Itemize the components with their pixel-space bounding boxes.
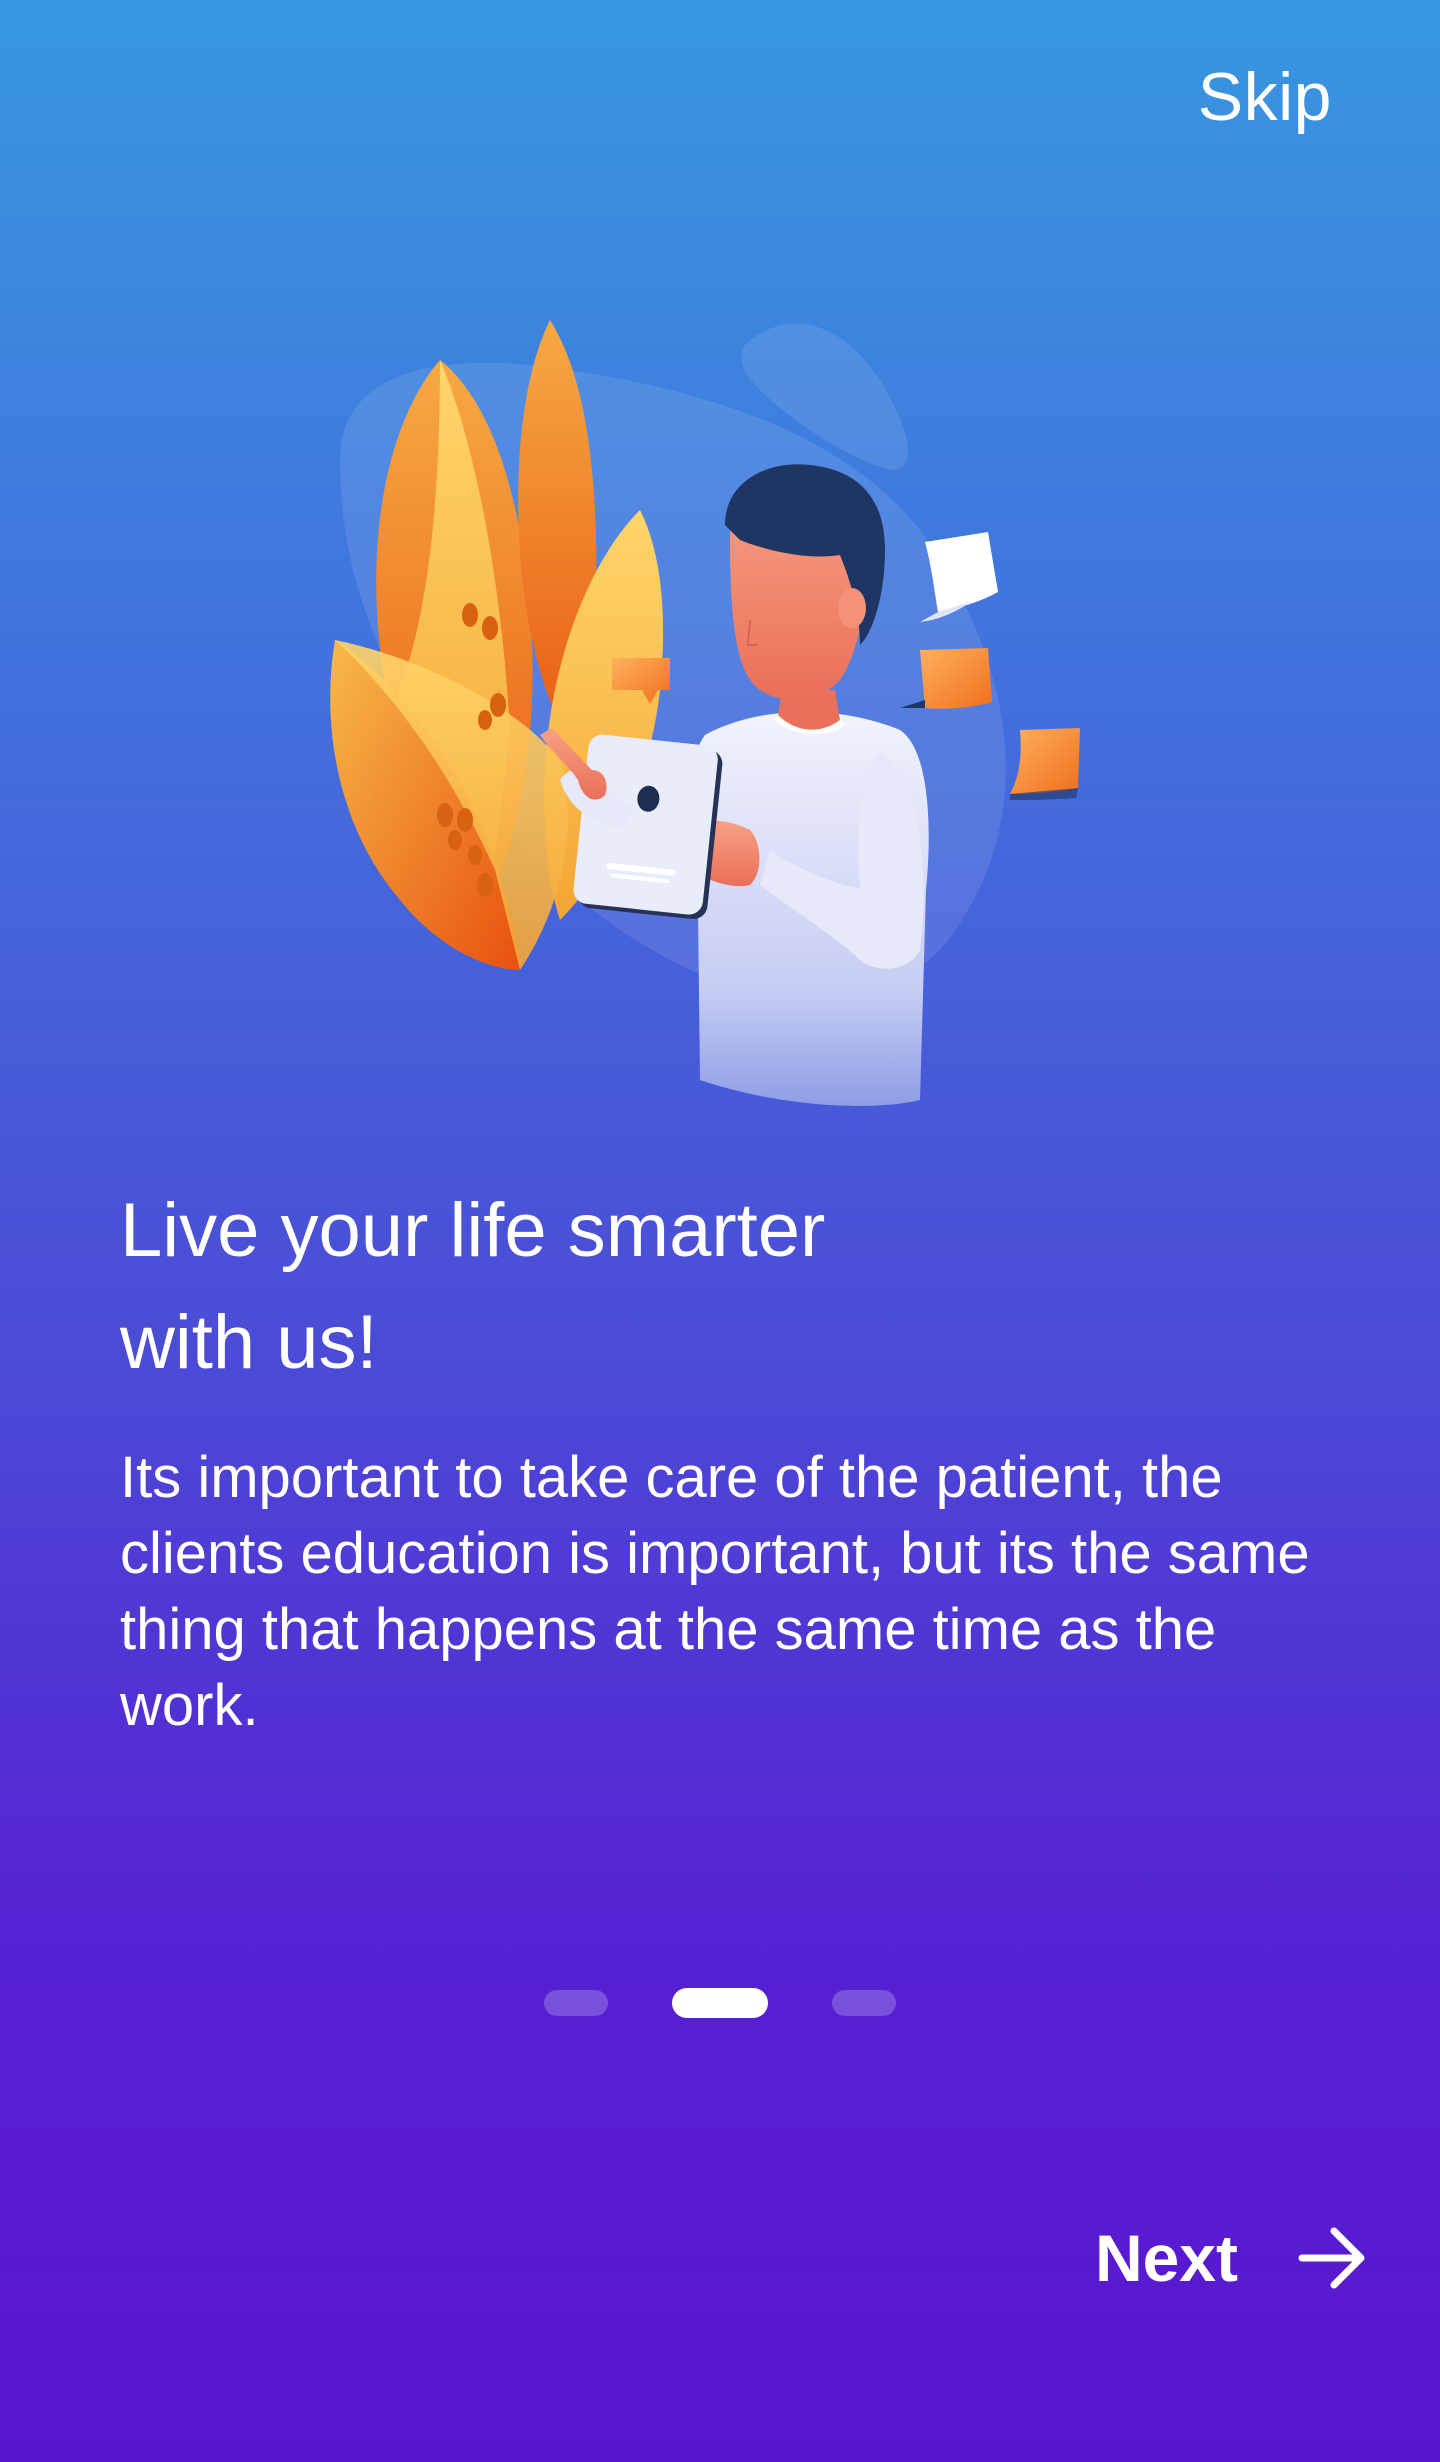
person-with-tablet-illustration xyxy=(330,320,1080,1106)
next-button[interactable]: Next xyxy=(1095,2220,1368,2296)
title-line-2: with us! xyxy=(120,1300,378,1385)
skip-button[interactable]: Skip xyxy=(1198,58,1332,136)
page-title: Live your life smarter with us! xyxy=(120,1175,1270,1399)
page-dot-1[interactable] xyxy=(544,1990,608,2016)
page-dot-2-active[interactable] xyxy=(672,1988,768,2018)
next-label: Next xyxy=(1094,2221,1238,2295)
arrow-right-icon xyxy=(1298,2227,1365,2289)
page-dot-3[interactable] xyxy=(832,1990,896,2016)
title-line-1: Live your life smarter xyxy=(120,1188,826,1273)
pagination-indicator xyxy=(0,1988,1440,2020)
description-text: Its important to take care of the patien… xyxy=(120,1445,1310,1738)
